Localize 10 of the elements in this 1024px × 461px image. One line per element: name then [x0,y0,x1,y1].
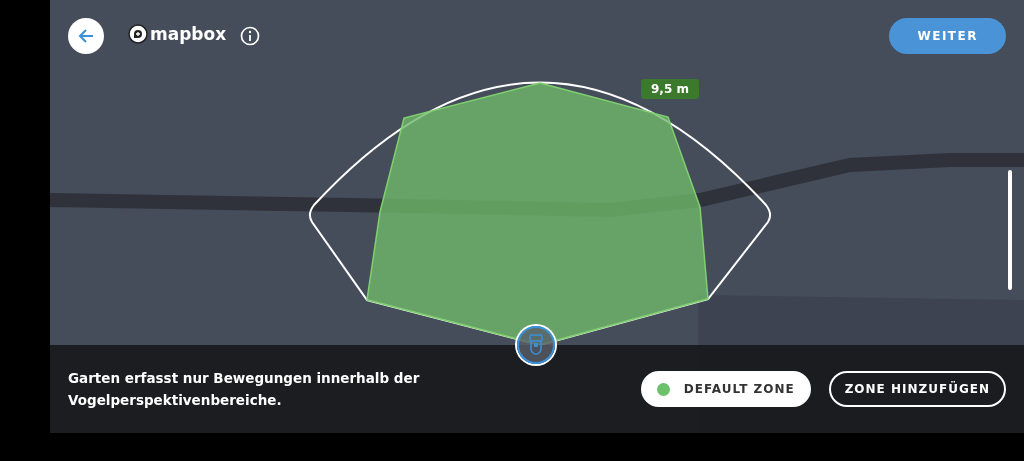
info-message: Garten erfasst nur Bewegungen innerhalb der Vogelperspektivenbereiche. [68,369,421,410]
zone-chip[interactable]: DEFAULT ZONE [640,371,811,407]
info-icon[interactable] [240,26,261,46]
add-zone-button[interactable]: ZONE HINZUFÜGEN [828,371,1006,407]
map-attribution: mapbox [150,24,227,44]
camera-icon [528,334,544,356]
mapbox-logo-icon [128,24,148,44]
distance-label: 9,5 m [641,79,699,99]
camera-marker[interactable] [517,326,555,364]
back-arrow-icon [77,27,95,45]
